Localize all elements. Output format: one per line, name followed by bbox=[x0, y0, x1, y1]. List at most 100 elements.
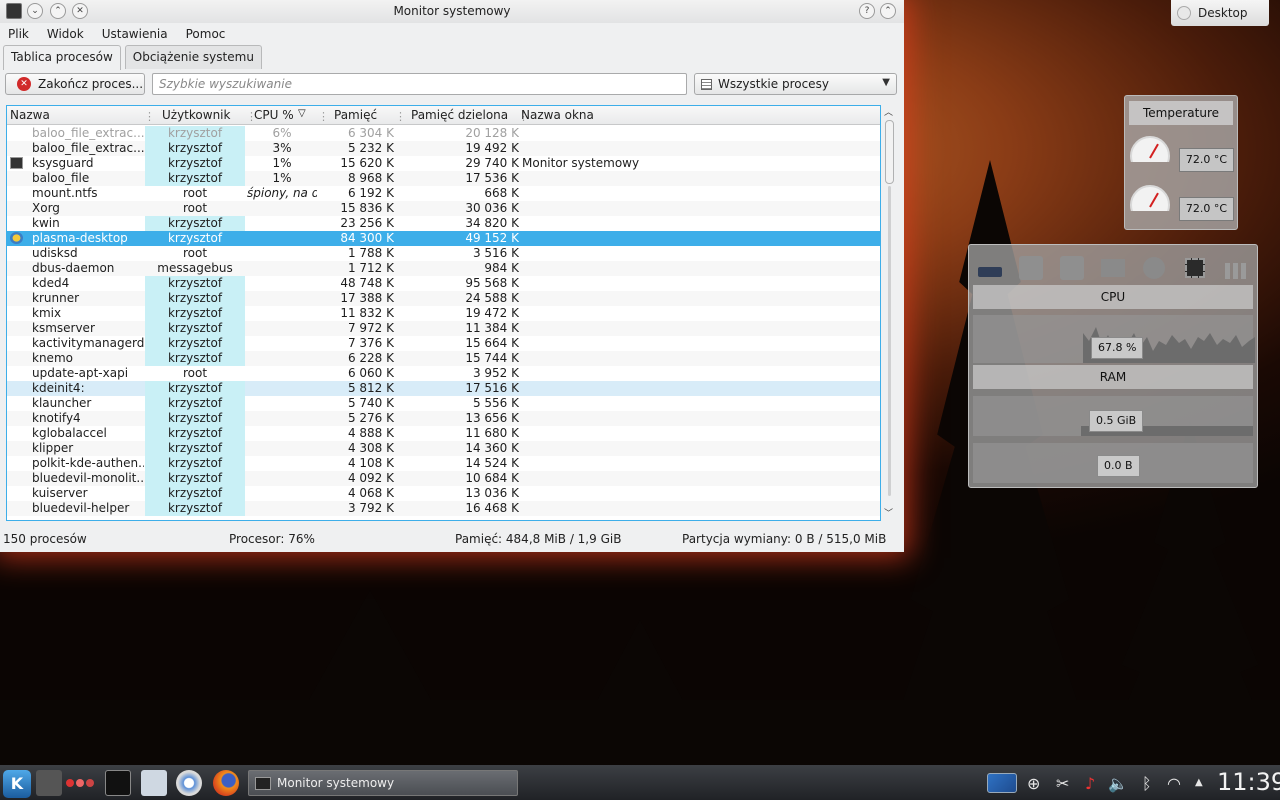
col-header-shared[interactable]: Pamięć dzielona bbox=[411, 108, 508, 122]
cell-cpu bbox=[247, 261, 317, 276]
table-row[interactable]: plasma-desktop krzysztof 84 300 K 49 152 K bbox=[7, 231, 880, 246]
network-monitor-icon[interactable] bbox=[987, 773, 1017, 793]
chromium-icon[interactable] bbox=[176, 770, 202, 796]
cell-shared: 3 952 K bbox=[472, 366, 519, 380]
vertical-scrollbar[interactable]: ︿ ﹀ bbox=[883, 105, 897, 521]
chevron-down-icon: ▼ bbox=[882, 77, 890, 88]
col-header-window[interactable]: Nazwa okna bbox=[521, 108, 594, 122]
table-row[interactable]: klipper krzysztof 4 308 K 14 360 K bbox=[7, 441, 880, 456]
kde-menu-icon[interactable]: K bbox=[3, 770, 31, 798]
col-header-user[interactable]: Użytkownik bbox=[162, 108, 230, 122]
cell-user: krzysztof bbox=[145, 426, 245, 441]
cell-window bbox=[522, 126, 722, 141]
wifi-icon[interactable]: ◠ bbox=[1167, 774, 1181, 793]
task-label: Monitor systemowy bbox=[277, 776, 395, 790]
table-row[interactable]: knemo krzysztof 6 228 K 15 744 K bbox=[7, 351, 880, 366]
table-row[interactable]: Xorg root 15 836 K 30 036 K bbox=[7, 201, 880, 216]
cell-memory: 7 972 K bbox=[347, 321, 394, 335]
table-row[interactable]: baloo_file krzysztof 1% 8 968 K 17 536 K bbox=[7, 171, 880, 186]
cell-shared: 3 516 K bbox=[472, 246, 519, 260]
table-row[interactable]: kded4 krzysztof 48 748 K 95 568 K bbox=[7, 276, 880, 291]
notification-icon[interactable]: ♪ bbox=[1085, 774, 1095, 793]
table-row[interactable]: knotify4 krzysztof 5 276 K 13 656 K bbox=[7, 411, 880, 426]
table-row[interactable]: krunner krzysztof 17 388 K 24 588 K bbox=[7, 291, 880, 306]
col-header-name[interactable]: Nazwa bbox=[10, 108, 50, 122]
clock[interactable]: 11:39 bbox=[1217, 768, 1280, 796]
cell-window bbox=[522, 486, 722, 501]
cell-cpu bbox=[247, 396, 317, 411]
table-row[interactable]: kactivitymanagerd krzysztof 7 376 K 15 664 … bbox=[7, 336, 880, 351]
cell-shared: 14 524 K bbox=[465, 456, 519, 470]
table-row[interactable]: kwin krzysztof 23 256 K 34 820 K bbox=[7, 216, 880, 231]
volume-icon[interactable]: 🔈 bbox=[1108, 774, 1128, 793]
table-row[interactable]: dbus-daemon messagebus 1 712 K 984 K bbox=[7, 261, 880, 276]
scroll-thumb[interactable] bbox=[885, 120, 894, 184]
file-manager-icon[interactable] bbox=[141, 770, 167, 796]
table-row[interactable]: ksysguard krzysztof 1% 15 620 K 29 740 K Moni… bbox=[7, 156, 880, 171]
title-bar[interactable]: ⌄ ⌃ ✕ Monitor systemowy ? ⌃ bbox=[0, 0, 904, 23]
processor-icon[interactable] bbox=[1180, 253, 1210, 283]
table-row[interactable]: polkit-kde-authen... krzysztof 4 108 K 14 5… bbox=[7, 456, 880, 471]
cell-user: krzysztof bbox=[145, 381, 245, 396]
task-system-monitor[interactable]: Monitor systemowy bbox=[248, 770, 518, 796]
scroll-down-icon[interactable]: ﹀ bbox=[884, 506, 893, 519]
process-table[interactable]: Nazwa ⋮ Użytkownik ⋮ CPU % ▽ ⋮ Pamięć ⋮ … bbox=[6, 105, 881, 521]
tab-process-table[interactable]: Tablica procesów bbox=[3, 45, 121, 70]
network-icon[interactable] bbox=[1098, 253, 1128, 283]
table-row[interactable]: baloo_file_extrac... krzysztof 6% 6 304 K 20… bbox=[7, 126, 880, 141]
cell-window bbox=[522, 246, 722, 261]
table-row[interactable]: klauncher krzysztof 5 740 K 5 556 K bbox=[7, 396, 880, 411]
cell-user: krzysztof bbox=[145, 501, 245, 516]
cell-name: kdeinit4: bbox=[32, 381, 85, 395]
menu-settings[interactable]: Ustawienia bbox=[102, 27, 168, 41]
maximize-icon[interactable]: ⌃ bbox=[880, 3, 896, 19]
menu-help[interactable]: Pomoc bbox=[186, 27, 226, 41]
temperature-value-1: 72.0 °C bbox=[1179, 148, 1234, 172]
table-row[interactable]: kuiserver krzysztof 4 068 K 13 036 K bbox=[7, 486, 880, 501]
cell-window bbox=[522, 471, 722, 486]
pager-icon[interactable] bbox=[36, 770, 62, 796]
klipper-scissors-icon[interactable]: ✂ bbox=[1056, 774, 1069, 793]
cell-shared: 17 536 K bbox=[465, 171, 519, 185]
cell-memory: 48 748 K bbox=[340, 276, 394, 290]
terminal-icon[interactable] bbox=[105, 770, 131, 796]
activity-switcher-icon[interactable] bbox=[66, 770, 98, 796]
scroll-track[interactable] bbox=[888, 186, 891, 496]
menu-file[interactable]: Plik bbox=[8, 27, 29, 41]
help-icon[interactable]: ? bbox=[859, 3, 875, 19]
cell-user: krzysztof bbox=[145, 171, 245, 186]
cell-cpu bbox=[247, 321, 317, 336]
lifebuoy-icon[interactable]: ⊕ bbox=[1027, 774, 1040, 793]
cell-cpu bbox=[247, 456, 317, 471]
cell-name: bluedevil-helper bbox=[32, 501, 130, 515]
cell-memory: 1 712 K bbox=[347, 261, 394, 275]
table-row[interactable]: kdeinit4: krzysztof 5 812 K 17 516 K bbox=[7, 381, 880, 396]
table-row[interactable]: mount.ntfs root śpiony, na dysk 6 192 K 668 … bbox=[7, 186, 880, 201]
tray-expand-icon[interactable]: ▲ bbox=[1195, 777, 1203, 788]
table-row[interactable]: bluedevil-monolit... krzysztof 4 092 K 10 6… bbox=[7, 471, 880, 486]
process-filter-select[interactable]: Wszystkie procesy ▼ bbox=[694, 73, 897, 95]
hard-disk-icon[interactable] bbox=[1057, 253, 1087, 283]
firefox-icon[interactable] bbox=[213, 770, 239, 796]
desktop-toolbox-button[interactable]: Desktop bbox=[1171, 0, 1269, 26]
quick-search-input[interactable]: Szybkie wyszukiwanie bbox=[152, 73, 687, 95]
col-header-cpu[interactable]: CPU % bbox=[254, 108, 294, 122]
table-row[interactable]: ksmserver krzysztof 7 972 K 11 384 K bbox=[7, 321, 880, 336]
bluetooth-icon[interactable]: ᛒ bbox=[1142, 774, 1152, 793]
table-row[interactable]: kglobalaccel krzysztof 4 888 K 11 680 K bbox=[7, 426, 880, 441]
globe-icon[interactable] bbox=[1139, 253, 1169, 283]
process-filter-value: Wszystkie procesy bbox=[718, 77, 829, 91]
table-row[interactable]: update-apt-xapi root 6 060 K 3 952 K bbox=[7, 366, 880, 381]
tab-system-load[interactable]: Obciążenie systemu bbox=[124, 45, 262, 69]
table-row[interactable]: bluedevil-helper krzysztof 3 792 K 16 468 K bbox=[7, 501, 880, 516]
table-row[interactable]: baloo_file_extrac... krzysztof 3% 5 232 K 19… bbox=[7, 141, 880, 156]
table-row[interactable]: kmix krzysztof 11 832 K 19 472 K bbox=[7, 306, 880, 321]
scroll-up-icon[interactable]: ︿ bbox=[884, 105, 893, 118]
table-row[interactable]: udisksd root 1 788 K 3 516 K bbox=[7, 246, 880, 261]
bar-graph-icon[interactable] bbox=[1221, 253, 1251, 283]
hard-disk-icon[interactable] bbox=[1016, 253, 1046, 283]
menu-view[interactable]: Widok bbox=[47, 27, 84, 41]
kill-process-button[interactable]: ✕ Zakończ proces... bbox=[5, 73, 145, 95]
cpu-chip-icon[interactable] bbox=[975, 253, 1005, 283]
col-header-memory[interactable]: Pamięć bbox=[334, 108, 377, 122]
